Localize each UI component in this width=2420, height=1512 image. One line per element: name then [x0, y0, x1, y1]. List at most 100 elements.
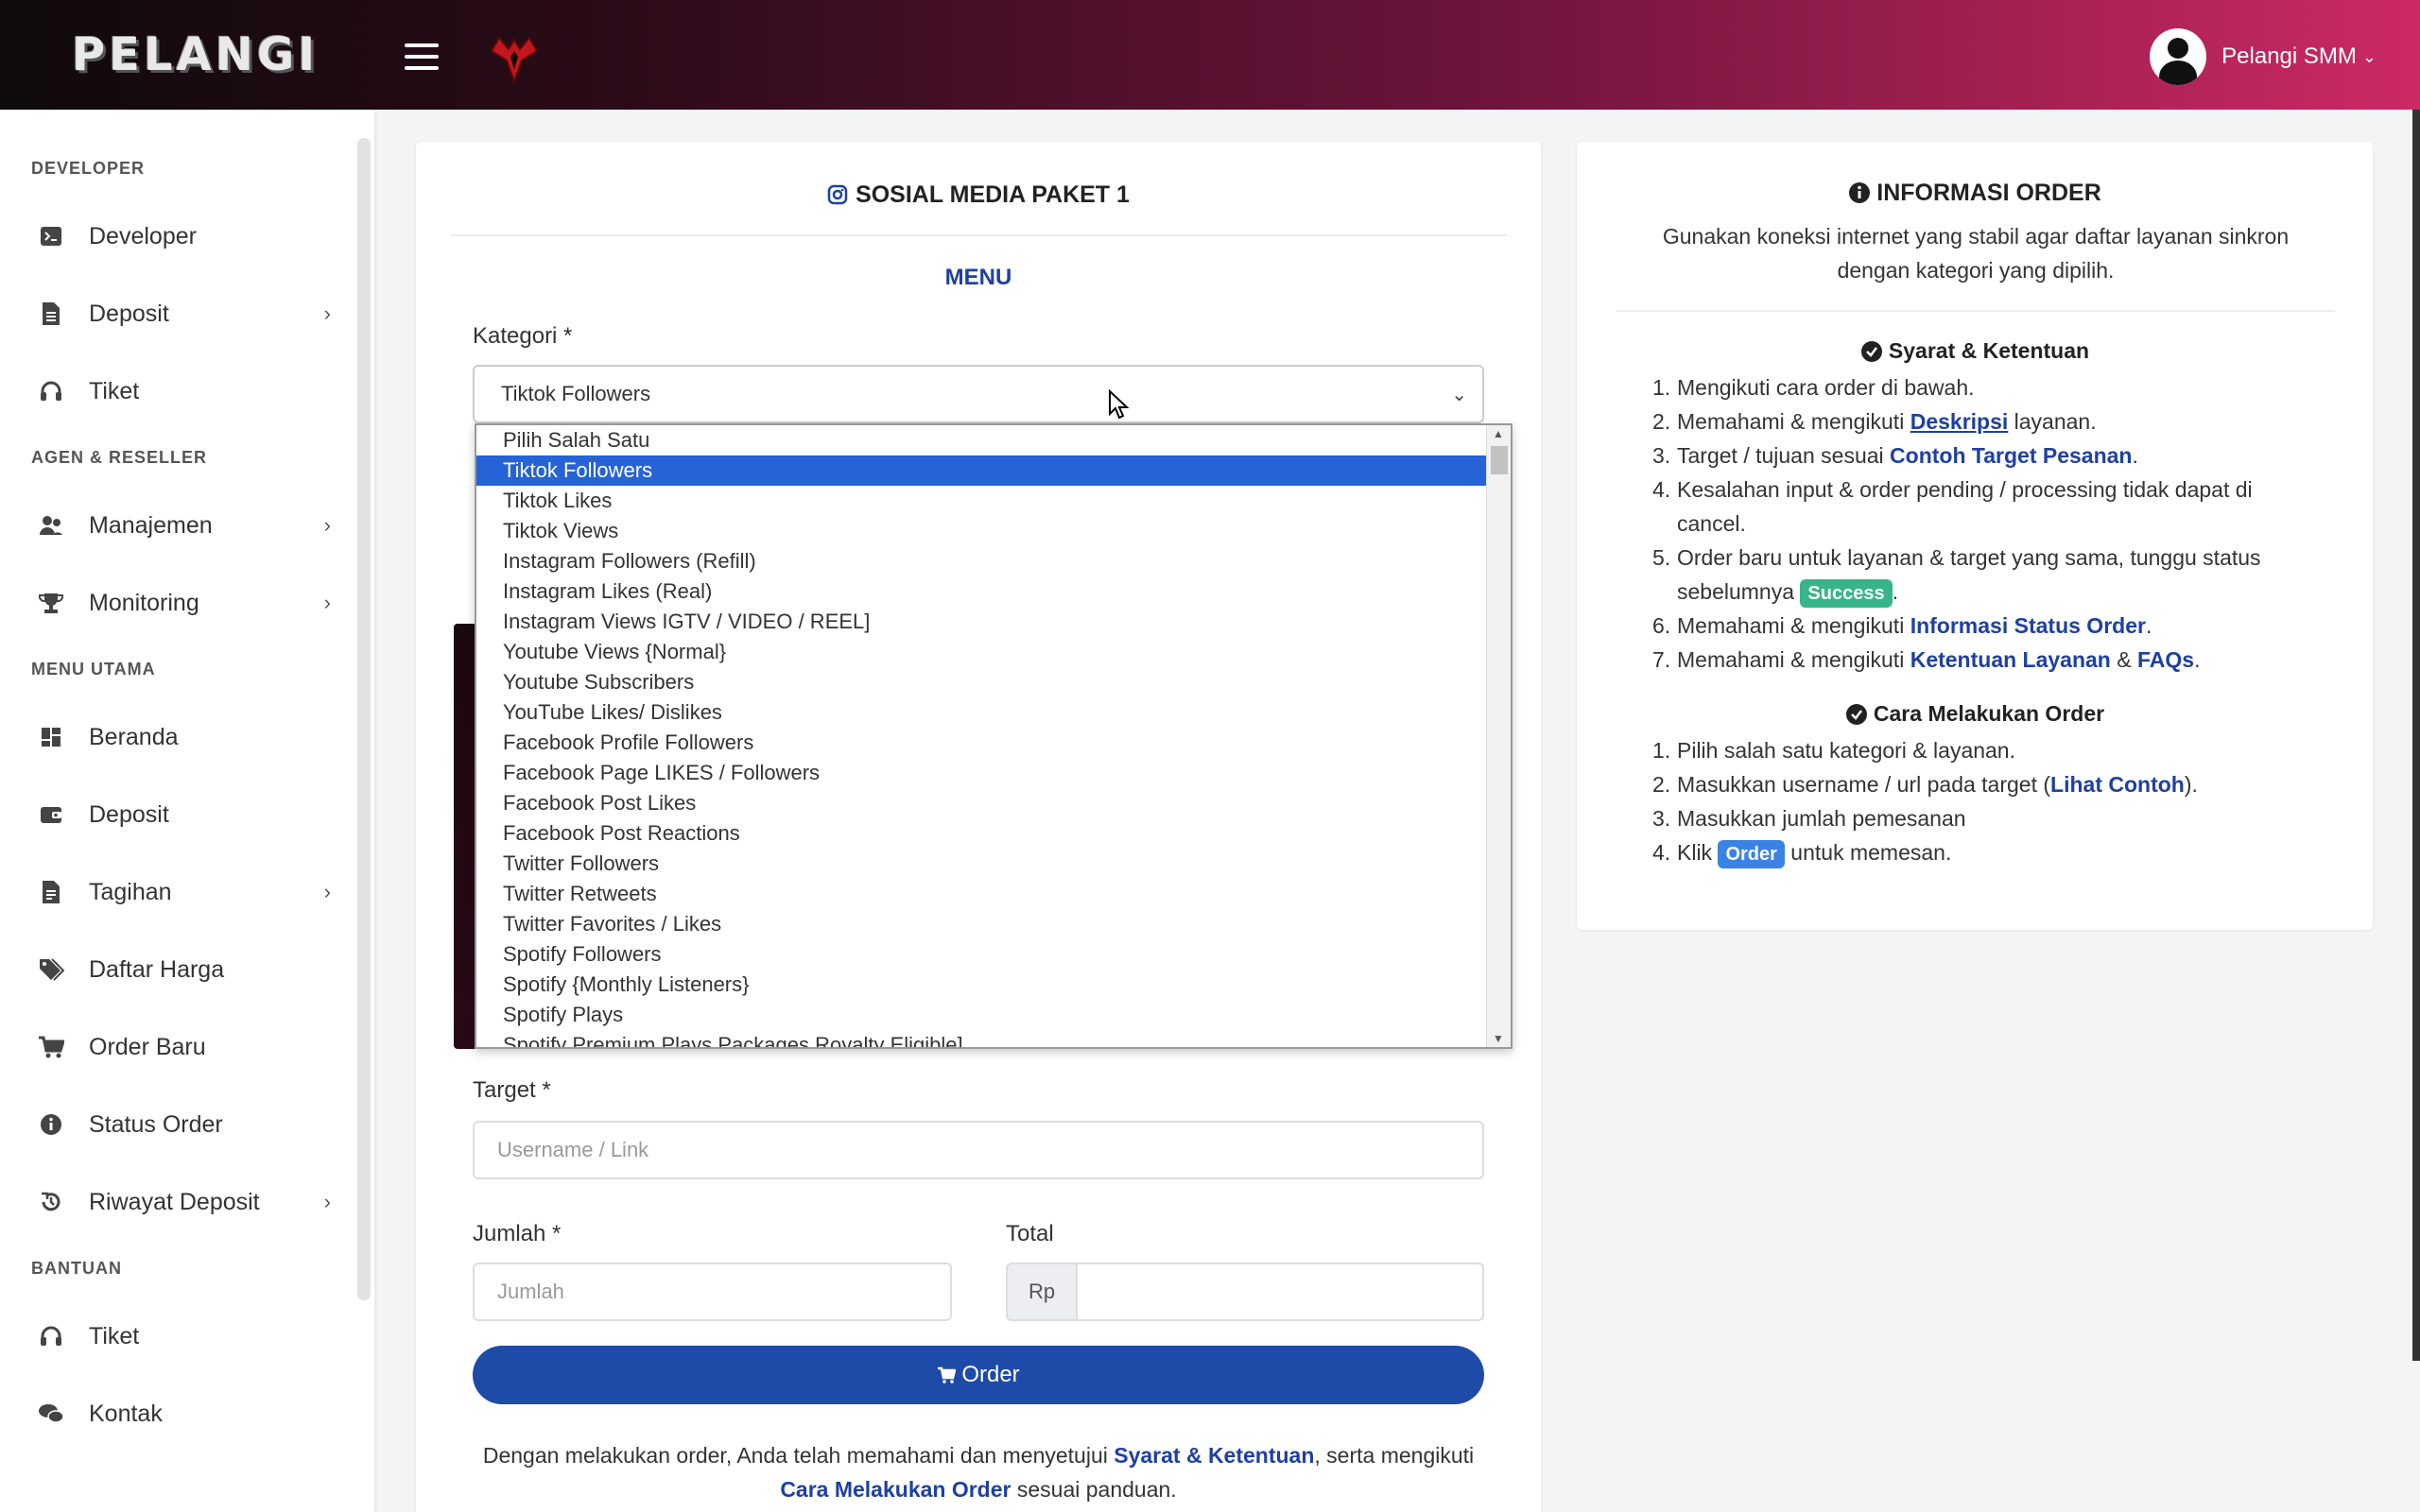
dashboard-icon	[38, 724, 64, 750]
dropdown-option[interactable]: Spotify Plays	[476, 1000, 1488, 1030]
order-card-title-text: SOSIAL MEDIA PAKET 1	[856, 181, 1130, 208]
syarat-ketentuan-link[interactable]: Syarat & Ketentuan	[1114, 1443, 1314, 1468]
history-icon	[38, 1189, 64, 1215]
howto-text: untuk memesan.	[1784, 840, 1952, 865]
ketentuan-layanan-link[interactable]: Ketentuan Layanan	[1910, 647, 2111, 672]
info-title-text: INFORMASI ORDER	[1876, 180, 2101, 206]
order-button[interactable]: Order	[473, 1346, 1484, 1404]
page-scroll-thumb[interactable]	[2412, 110, 2420, 1361]
dropdown-option[interactable]: Spotify Followers	[476, 939, 1488, 970]
sidebar-item-monitoring[interactable]: Monitoring ›	[0, 575, 350, 631]
wallet-icon	[38, 801, 64, 828]
howto-text: Masukkan username / url pada target (	[1677, 772, 2051, 797]
dropdown-option[interactable]: Twitter Followers	[476, 849, 1488, 879]
terms-item-6: 6. Memahami & mengikuti Informasi Status …	[1652, 613, 2152, 638]
sidebar-item-manajemen[interactable]: Manajemen ›	[0, 497, 350, 554]
dropdown-scrollbar[interactable]: ▲ ▼	[1486, 425, 1511, 1047]
user-avatar-icon	[2150, 28, 2207, 85]
sidebar-item-tiket-bantuan[interactable]: Tiket	[0, 1308, 350, 1365]
dropdown-scroll-thumb[interactable]	[1491, 446, 1508, 474]
terms-text: .	[1892, 579, 1898, 604]
target-input[interactable]: Username / Link	[473, 1121, 1484, 1179]
dropdown-option[interactable]: Facebook Profile Followers	[476, 728, 1488, 758]
dropdown-option[interactable]: Tiktok Likes	[476, 486, 1488, 516]
dropdown-option[interactable]: Facebook Post Reactions	[476, 818, 1488, 849]
sidebar-item-label: Tiket	[89, 377, 140, 404]
howto-item-1: 1. Pilih salah satu kategori & layanan.	[1652, 738, 2015, 763]
info-icon	[38, 1111, 64, 1138]
sidebar-item-order-baru[interactable]: Order Baru	[0, 1019, 350, 1075]
dropdown-option[interactable]: Instagram Likes (Real)	[476, 576, 1488, 607]
total-output	[1076, 1263, 1484, 1321]
lihat-contoh-link[interactable]: Lihat Contoh	[2050, 772, 2185, 797]
faqs-link[interactable]: FAQs	[2137, 647, 2194, 672]
dropdown-option[interactable]: Instagram Views IGTV / VIDEO / REEL]	[476, 607, 1488, 637]
sidebar-item-label: Monitoring	[89, 589, 199, 616]
sidebar: DEVELOPER Developer Deposit › Tiket AGEN…	[0, 110, 374, 1512]
jumlah-label: Jumlah *	[473, 1221, 562, 1246]
dropdown-option[interactable]: Facebook Post Likes	[476, 788, 1488, 818]
top-navbar: PELANGI Pelangi SMM ⌄	[0, 0, 2420, 110]
howto-heading-text: Cara Melakukan Order	[1873, 701, 2105, 726]
sidebar-item-status-order[interactable]: Status Order	[0, 1096, 350, 1153]
dropdown-option[interactable]: YouTube Likes/ Dislikes	[476, 697, 1488, 728]
order-agreement-note: Dengan melakukan order, Anda telah memah…	[444, 1438, 1512, 1506]
dropdown-options: Pilih Salah Satu Tiktok Followers Tiktok L…	[476, 425, 1511, 1047]
terms-text: &	[2110, 647, 2137, 672]
page-scrollbar[interactable]	[2412, 110, 2420, 1361]
order-button-label: Order	[961, 1362, 1020, 1387]
sidebar-item-deposit[interactable]: Deposit ›	[0, 285, 350, 342]
jumlah-input[interactable]: Jumlah	[473, 1263, 952, 1321]
sidebar-item-tiket[interactable]: Tiket	[0, 363, 350, 420]
check-circle-icon	[1845, 704, 1867, 725]
sidebar-item-daftar-harga[interactable]: Daftar Harga	[0, 941, 350, 998]
total-label: Total	[1006, 1221, 1054, 1246]
dropdown-option[interactable]: Tiktok Followers	[476, 455, 1488, 486]
dropdown-option[interactable]: Youtube Views {Normal}	[476, 637, 1488, 667]
terms-item-4: 4. Kesalahan input & order pending / proc…	[1652, 477, 2253, 536]
terms-text: Kesalahan input & order pending / proces…	[1677, 477, 2253, 536]
dropdown-option[interactable]: Twitter Favorites / Likes	[476, 909, 1488, 939]
sidebar-item-deposit-main[interactable]: Deposit	[0, 786, 350, 843]
success-badge: Success	[1800, 579, 1893, 608]
sidebar-item-riwayat-deposit[interactable]: Riwayat Deposit ›	[0, 1174, 350, 1230]
contoh-target-link[interactable]: Contoh Target Pesanan	[1890, 443, 2132, 468]
informasi-status-order-link[interactable]: Informasi Status Order	[1910, 613, 2146, 638]
dropdown-option[interactable]: Instagram Followers (Refill)	[476, 546, 1488, 576]
menu-toggle-icon[interactable]	[405, 43, 439, 70]
tags-icon	[38, 956, 64, 983]
dropdown-option[interactable]: Twitter Retweets	[476, 879, 1488, 909]
user-menu[interactable]: Pelangi SMM ⌄	[2150, 28, 2377, 85]
note-text: sesuai panduan.	[1011, 1477, 1177, 1502]
sidebar-item-developer[interactable]: Developer	[0, 208, 350, 265]
howto-item-3: 3. Masukkan jumlah pemesanan	[1652, 806, 1966, 831]
sidebar-item-beranda[interactable]: Beranda	[0, 709, 350, 765]
info-title: INFORMASI ORDER	[1577, 180, 2373, 207]
chevron-right-icon: ›	[323, 301, 331, 325]
phoenix-logo-icon	[490, 36, 539, 83]
cara-order-link[interactable]: Cara Melakukan Order	[780, 1477, 1011, 1502]
headset-icon	[38, 378, 64, 404]
note-text: Dengan melakukan order, Anda telah memah…	[482, 1443, 1115, 1468]
dropdown-option[interactable]: Spotify {Monthly Listeners}	[476, 970, 1488, 1000]
scroll-down-icon[interactable]: ▼	[1493, 1032, 1504, 1045]
terms-item-7: 7. Memahami & mengikuti Ketentuan Layanan…	[1652, 647, 2201, 672]
howto-item-2: 2. Masukkan username / url pada target (L…	[1652, 772, 2198, 797]
scroll-up-icon[interactable]: ▲	[1493, 427, 1504, 440]
terms-text: layanan.	[2008, 409, 2097, 434]
sidebar-scrollbar[interactable]	[357, 138, 371, 1300]
dropdown-option[interactable]: Facebook Page LIKES / Followers	[476, 758, 1488, 788]
chat-icon	[38, 1400, 64, 1427]
dropdown-option[interactable]: Youtube Subscribers	[476, 667, 1488, 697]
kategori-dropdown-list[interactable]: Pilih Salah Satu Tiktok Followers Tiktok L…	[475, 423, 1512, 1049]
dropdown-option[interactable]: Pilih Salah Satu	[476, 425, 1488, 455]
kategori-select[interactable]: Tiktok Followers ⌄	[473, 365, 1484, 423]
sidebar-item-kontak[interactable]: Kontak	[0, 1385, 350, 1442]
deskripsi-link[interactable]: Deskripsi	[1910, 409, 2009, 434]
sidebar-item-tagihan[interactable]: Tagihan ›	[0, 864, 350, 920]
cart-icon	[938, 1366, 957, 1383]
brand-logo[interactable]: PELANGI	[72, 28, 319, 81]
dropdown-option[interactable]: Tiktok Views	[476, 516, 1488, 546]
note-text: , serta mengikuti	[1314, 1443, 1475, 1468]
dropdown-option[interactable]: Spotify Premium Plays Packages Royalty E…	[476, 1030, 1488, 1047]
